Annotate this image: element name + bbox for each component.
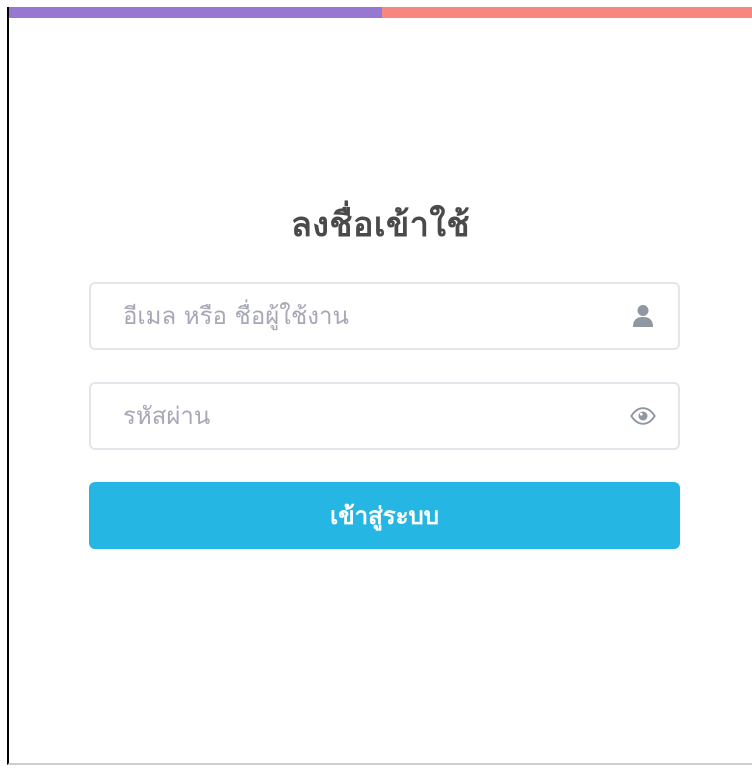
login-button[interactable]: เข้าสู่ระบบ (89, 482, 680, 549)
user-icon (630, 303, 656, 329)
email-field-wrapper (89, 282, 680, 350)
eye-icon[interactable] (630, 403, 656, 429)
top-accent-bar-right (382, 7, 752, 18)
top-accent-bar (9, 7, 752, 18)
password-input[interactable] (91, 384, 678, 448)
password-field-wrapper (89, 382, 680, 450)
email-input[interactable] (91, 284, 678, 348)
page-title: ลงชื่อเข้าใช้ (290, 205, 471, 245)
top-accent-bar-left (9, 7, 382, 18)
login-page: ลงชื่อเข้าใช้ เข้าสู่ระบบ (7, 7, 752, 765)
